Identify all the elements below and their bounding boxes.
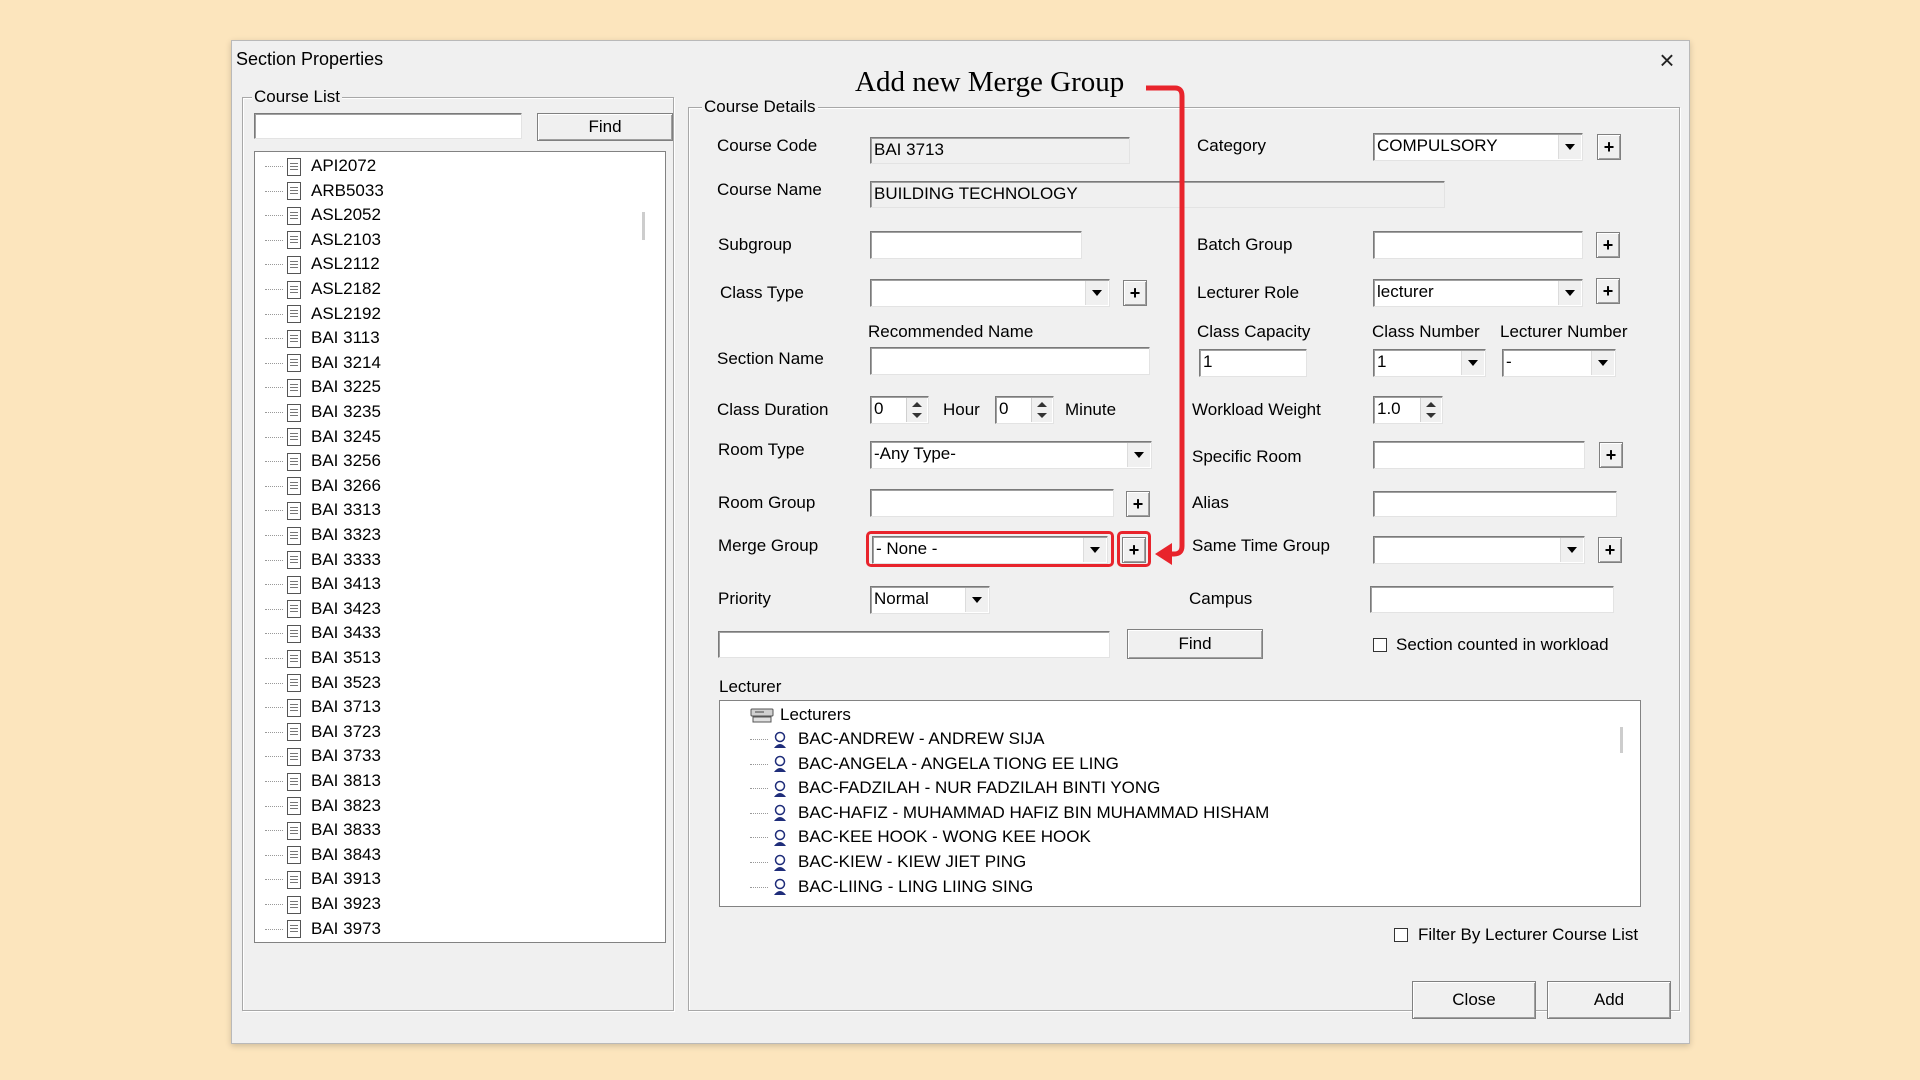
annotation-arrow: [1146, 85, 1185, 565]
